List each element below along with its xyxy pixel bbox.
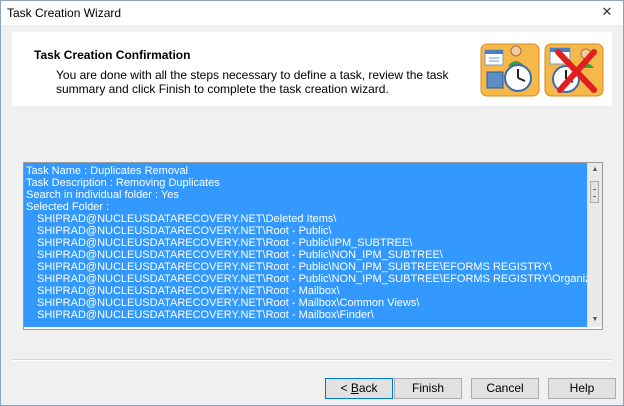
summary-line-text: Task Description : Removing Duplicates — [26, 177, 221, 189]
summary-line-text: SHIPRAD@NUCLEUSDATARECOVERY.NET\Root - P… — [37, 249, 444, 261]
back-button-prefix: < — [340, 381, 351, 395]
summary-line-text: SHIPRAD@NUCLEUSDATARECOVERY.NET\Root - P… — [37, 225, 333, 237]
help-button[interactable]: Help — [548, 378, 616, 399]
back-button[interactable]: < Back — [325, 378, 393, 399]
summary-line: SHIPRAD@NUCLEUSDATARECOVERY.NET\Root - M… — [26, 297, 588, 309]
summary-line-text: SHIPRAD@NUCLEUSDATARECOVERY.NET\Root - M… — [37, 309, 375, 321]
summary-line: SHIPRAD@NUCLEUSDATARECOVERY.NET\Root - M… — [26, 309, 588, 321]
summary-line: SHIPRAD@NUCLEUSDATARECOVERY.NET\Root - P… — [26, 249, 588, 261]
summary-line-text: Selected Folder : — [26, 201, 111, 213]
summary-line-text: SHIPRAD@NUCLEUSDATARECOVERY.NET\Root - P… — [37, 237, 414, 249]
page-description: You are done with all the steps necessar… — [56, 68, 449, 96]
summary-line-text: SHIPRAD@NUCLEUSDATARECOVERY.NET\Root - M… — [37, 285, 341, 297]
summary-line: Task Name : Duplicates Removal — [26, 165, 588, 177]
summary-line: SHIPRAD@NUCLEUSDATARECOVERY.NET\Root - P… — [26, 261, 588, 273]
scroll-up-icon[interactable]: ▲ — [588, 163, 602, 177]
summary-line-text: SHIPRAD@NUCLEUSDATARECOVERY.NET\Root - P… — [37, 273, 602, 285]
summary-line-text: Search in individual folder : Yes — [26, 189, 180, 201]
header-panel: Task Creation Confirmation You are done … — [12, 32, 612, 106]
scroll-down-icon[interactable]: ▼ — [588, 313, 602, 327]
clock-calendar-delete-icon — [544, 43, 604, 97]
back-button-label: ack — [358, 381, 378, 395]
grip-icon — [593, 189, 596, 197]
vertical-scrollbar[interactable]: ▲ ▼ — [587, 163, 602, 327]
summary-line: SHIPRAD@NUCLEUSDATARECOVERY.NET\Deleted … — [26, 213, 588, 225]
scroll-thumb[interactable] — [590, 181, 599, 203]
finish-button[interactable]: Finish — [394, 378, 462, 399]
summary-line: SHIPRAD@NUCLEUSDATARECOVERY.NET\Root - M… — [26, 285, 588, 297]
summary-line: Search in individual folder : Yes — [26, 189, 588, 201]
user-clock-calendar-icon — [480, 43, 540, 97]
summary-line: SHIPRAD@NUCLEUSDATARECOVERY.NET\Root - P… — [26, 273, 602, 285]
summary-line: Selected Folder : — [26, 201, 588, 213]
footer-divider — [12, 359, 612, 361]
summary-line: SHIPRAD@NUCLEUSDATARECOVERY.NET\Root - P… — [26, 225, 588, 237]
summary-line-text: SHIPRAD@NUCLEUSDATARECOVERY.NET\Root - M… — [37, 297, 421, 309]
page-title: Task Creation Confirmation — [34, 48, 191, 62]
summary-line-text: Task Name : Duplicates Removal — [26, 165, 190, 177]
title-bar: Task Creation Wizard ✕ — [1, 1, 623, 25]
task-summary-box[interactable]: Task Name : Duplicates Removal Task Descr… — [23, 162, 603, 330]
summary-line: SHIPRAD@NUCLEUSDATARECOVERY.NET\Root - P… — [26, 237, 588, 249]
window-title: Task Creation Wizard — [7, 6, 122, 20]
back-button-mnemonic: B — [350, 381, 359, 395]
summary-line-text: SHIPRAD@NUCLEUSDATARECOVERY.NET\Root - P… — [37, 261, 554, 273]
task-summary-lines: Task Name : Duplicates Removal Task Descr… — [26, 165, 602, 321]
cancel-button[interactable]: Cancel — [471, 378, 539, 399]
summary-line: Task Description : Removing Duplicates — [26, 177, 588, 189]
wizard-window: Task Creation Wizard ✕ Task Creation Con… — [0, 0, 624, 406]
close-icon[interactable]: ✕ — [599, 4, 615, 20]
summary-line-text: SHIPRAD@NUCLEUSDATARECOVERY.NET\Deleted … — [37, 213, 338, 225]
